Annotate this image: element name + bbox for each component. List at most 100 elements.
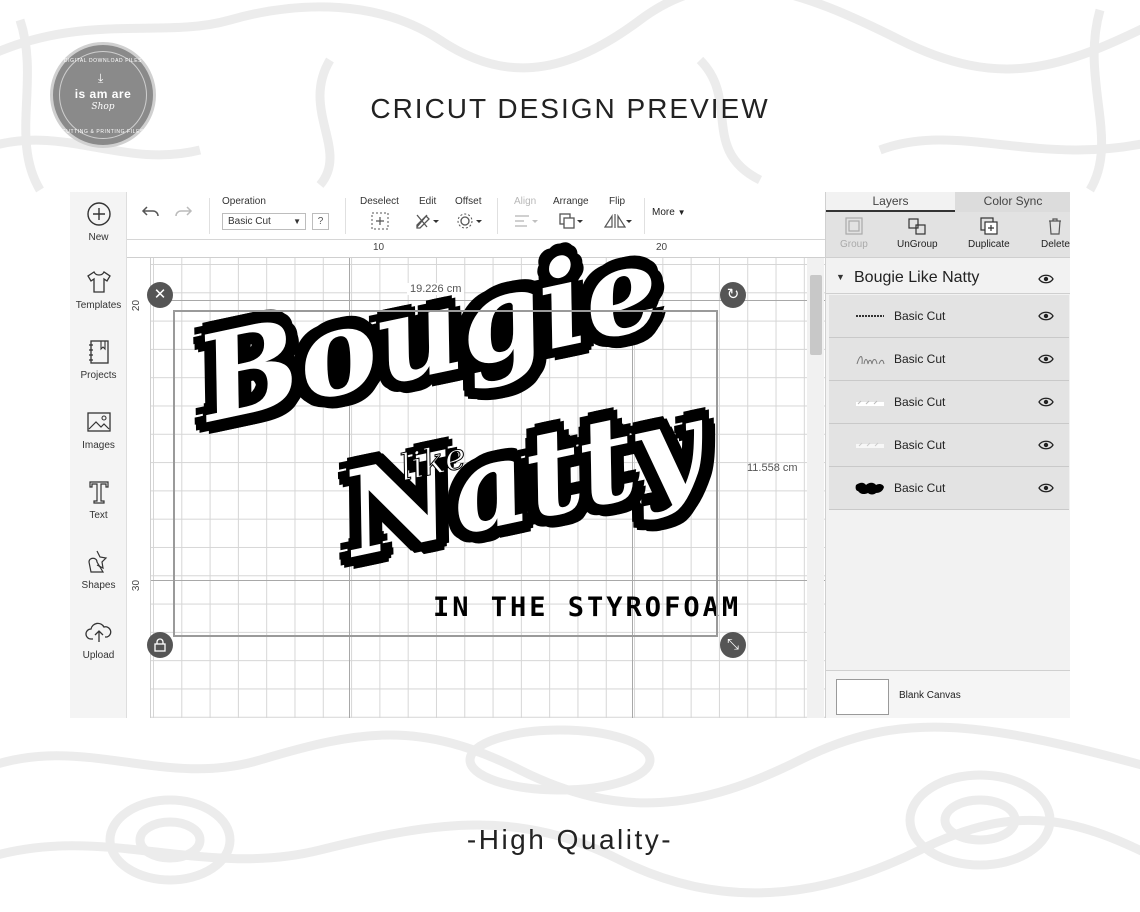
left-sidebar: New Templates Projects Images Text Shape… bbox=[70, 192, 127, 718]
group-button[interactable]: Group bbox=[840, 217, 868, 250]
selection-box[interactable] bbox=[173, 310, 718, 637]
cricut-app-window: New Templates Projects Images Text Shape… bbox=[70, 192, 1070, 718]
ungroup-icon bbox=[908, 218, 926, 235]
scrollbar-thumb[interactable] bbox=[810, 275, 822, 355]
layer-actions: Group UnGroup Duplicate Delete bbox=[826, 212, 1070, 258]
offset-label: Offset bbox=[455, 196, 482, 207]
cloud-upload-icon bbox=[84, 622, 111, 642]
lock-handle[interactable] bbox=[147, 632, 173, 658]
delete-label: Delete bbox=[1041, 239, 1070, 250]
layer-row[interactable]: Basic Cut bbox=[829, 467, 1069, 510]
deselect-label: Deselect bbox=[360, 196, 399, 207]
edit-label: Edit bbox=[419, 196, 437, 207]
eye-icon[interactable] bbox=[1038, 397, 1054, 407]
caret-down-icon[interactable]: ▼ bbox=[836, 272, 845, 282]
deselect-icon[interactable] bbox=[370, 212, 390, 230]
black-shape-thumb bbox=[855, 482, 884, 495]
footer-text: -High Quality- bbox=[466, 824, 674, 855]
flip-icon[interactable] bbox=[603, 212, 633, 230]
plus-circle-icon bbox=[86, 202, 111, 226]
operation-label: Operation bbox=[222, 196, 266, 207]
delete-button[interactable]: Delete bbox=[1041, 217, 1070, 250]
text-icon bbox=[88, 481, 109, 504]
align-icon[interactable] bbox=[512, 212, 540, 230]
offset-icon[interactable] bbox=[456, 212, 484, 230]
ruler-number: 30 bbox=[131, 579, 143, 592]
sidebar-item-new[interactable]: New bbox=[70, 200, 127, 260]
sidebar-item-shapes[interactable]: Shapes bbox=[70, 548, 127, 608]
logo-arc-top: DIGITAL DOWNLOAD FILES bbox=[63, 58, 143, 64]
ungroup-label: UnGroup bbox=[897, 239, 938, 250]
page-title: CRICUT DESIGN PREVIEW bbox=[370, 93, 770, 124]
toolbar-separator bbox=[497, 198, 498, 234]
top-toolbar: Operation Basic Cut ▼ ? Deselect Edit Of… bbox=[127, 192, 825, 240]
redo-icon[interactable] bbox=[173, 204, 193, 220]
sidebar-item-projects[interactable]: Projects bbox=[70, 338, 127, 398]
white-text-thumb bbox=[856, 400, 884, 406]
duplicate-button[interactable]: Duplicate bbox=[968, 217, 1010, 250]
close-icon: ✕ bbox=[153, 286, 167, 303]
layer-row[interactable]: Basic Cut bbox=[829, 338, 1069, 381]
layer-group-row[interactable]: ▼ Bougie Like Natty bbox=[826, 264, 1070, 294]
eye-icon[interactable] bbox=[1038, 354, 1054, 364]
ruler-number: 20 bbox=[656, 242, 668, 253]
chevron-down-icon: ▼ bbox=[677, 208, 686, 217]
layer-name: Basic Cut bbox=[894, 352, 946, 366]
eye-icon[interactable] bbox=[1038, 274, 1054, 284]
ruler-number: 10 bbox=[373, 242, 385, 253]
delete-handle[interactable]: ✕ bbox=[147, 282, 173, 308]
blank-canvas-row[interactable]: Blank Canvas bbox=[826, 670, 1070, 718]
undo-icon[interactable] bbox=[141, 204, 161, 220]
sidebar-item-images[interactable]: Images bbox=[70, 408, 127, 468]
canvas-name: Blank Canvas bbox=[899, 690, 961, 701]
arrange-icon[interactable] bbox=[557, 212, 585, 230]
sidebar-item-label: Templates bbox=[75, 300, 122, 311]
eye-icon[interactable] bbox=[1038, 311, 1054, 321]
arrange-label: Arrange bbox=[553, 196, 589, 207]
eye-icon[interactable] bbox=[1038, 440, 1054, 450]
like-outline-thumb bbox=[856, 356, 885, 365]
duplicate-icon bbox=[980, 217, 998, 235]
more-button[interactable]: More ▼ bbox=[652, 207, 686, 218]
sidebar-item-upload[interactable]: Upload bbox=[70, 618, 127, 678]
layer-row[interactable]: Basic Cut bbox=[829, 381, 1069, 424]
tab-layers[interactable]: Layers bbox=[826, 192, 955, 212]
layer-row[interactable]: Basic Cut bbox=[829, 424, 1069, 467]
sidebar-item-label: Projects bbox=[80, 370, 117, 381]
more-label: More bbox=[652, 207, 675, 218]
duplicate-label: Duplicate bbox=[968, 239, 1010, 250]
resize-handle[interactable]: ⤡ bbox=[720, 632, 746, 658]
layer-group-name: Bougie Like Natty bbox=[854, 269, 980, 286]
layers-panel: Layers Color Sync Group UnGroup Duplicat… bbox=[825, 192, 1070, 718]
logo-arc-bottom: CUTTING & PRINTING FILES bbox=[62, 129, 144, 135]
design-canvas[interactable]: 10 20 20 30 Bougie Natty like IN THE STY… bbox=[127, 240, 825, 718]
width-readout: 19.226 cm bbox=[407, 283, 465, 295]
sidebar-item-templates[interactable]: Templates bbox=[70, 268, 127, 328]
group-icon bbox=[845, 217, 863, 235]
toolbar-separator bbox=[209, 198, 210, 234]
image-icon bbox=[86, 412, 111, 432]
layer-name: Basic Cut bbox=[894, 481, 946, 495]
edit-icon[interactable] bbox=[414, 212, 440, 230]
resize-icon: ⤡ bbox=[726, 636, 739, 653]
toolbar-separator bbox=[345, 198, 346, 234]
eye-icon[interactable] bbox=[1038, 483, 1054, 493]
height-readout: 11.558 cm bbox=[747, 462, 798, 474]
download-icon: ⤓ bbox=[98, 71, 104, 85]
lock-icon bbox=[154, 638, 166, 652]
operation-help-button[interactable]: ? bbox=[312, 213, 329, 230]
operation-select[interactable]: Basic Cut ▼ bbox=[222, 213, 306, 230]
operation-value: Basic Cut bbox=[228, 216, 271, 227]
layer-name: Basic Cut bbox=[894, 438, 946, 452]
align-label: Align bbox=[514, 196, 537, 207]
panel-tabs: Layers Color Sync bbox=[826, 192, 1070, 212]
tab-color-sync[interactable]: Color Sync bbox=[955, 192, 1070, 212]
layer-row[interactable]: Basic Cut bbox=[829, 295, 1069, 338]
group-label: Group bbox=[840, 239, 868, 250]
rotate-handle[interactable]: ↻ bbox=[720, 282, 746, 308]
sidebar-item-label: New bbox=[88, 232, 109, 243]
ungroup-button[interactable]: UnGroup bbox=[897, 217, 938, 250]
sidebar-item-text[interactable]: Text bbox=[70, 478, 127, 538]
trash-icon bbox=[1049, 218, 1062, 235]
canvas-swatch bbox=[836, 679, 889, 715]
